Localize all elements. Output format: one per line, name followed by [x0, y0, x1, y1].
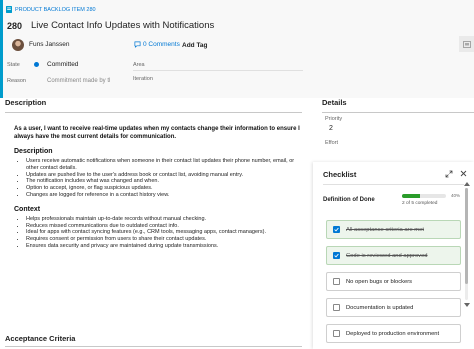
- checkbox[interactable]: [333, 252, 340, 259]
- avatar[interactable]: [12, 39, 24, 51]
- acceptance-divider: [5, 346, 302, 347]
- work-item-page: PRODUCT BACKLOG ITEM 280 280 Live Contac…: [0, 0, 474, 349]
- checkbox[interactable]: [333, 330, 340, 337]
- work-item-type-accent: [0, 0, 3, 98]
- checklist-group-title: Definition of Done: [323, 197, 375, 203]
- description-section-title: Description: [5, 98, 47, 107]
- work-item-type: PRODUCT BACKLOG ITEM 280: [6, 6, 96, 13]
- progress-bar: [402, 194, 446, 198]
- checklist-item-label: Deployed to production environment: [346, 330, 440, 337]
- checklist-item[interactable]: Code is reviewed and approved: [326, 246, 461, 265]
- caret-up-icon: [463, 181, 470, 186]
- details-divider: [322, 112, 474, 113]
- expand-button[interactable]: [444, 169, 453, 178]
- header-action-button[interactable]: [459, 36, 474, 52]
- checklist-item-label: Documentation is updated: [346, 304, 414, 311]
- state-dropdown[interactable]: Committed: [47, 61, 78, 68]
- list-item: Helps professionals maintain up-to-date …: [26, 216, 304, 223]
- area-label: Area: [133, 62, 145, 68]
- list-item: Reduces missed communications due to out…: [26, 223, 304, 230]
- scrollbar-thumb[interactable]: [465, 188, 468, 284]
- checkmark-icon: [334, 253, 339, 258]
- comments-link[interactable]: 0 Comments: [134, 41, 180, 48]
- checklist-panel: Checklist Definition of Done 40% 2 of 5 …: [313, 162, 474, 349]
- expand-icon: [445, 170, 452, 177]
- checklist-item[interactable]: All acceptance criteria are met: [326, 220, 461, 239]
- work-item-title[interactable]: Live Contact Info Updates with Notificat…: [31, 20, 214, 31]
- list-item: Ideal for apps with contact syncing feat…: [26, 229, 304, 236]
- progress-count: 2 of 5 completed: [402, 201, 438, 206]
- list-item: Users receive automatic notifications wh…: [26, 158, 304, 172]
- checkmark-icon: [334, 227, 339, 232]
- checklist-item-label: No open bugs or blockers: [346, 278, 413, 285]
- checklist-divider: [323, 184, 464, 185]
- work-item-id: 280: [7, 21, 23, 31]
- list-item: The notification includes what was chang…: [26, 178, 304, 185]
- checklist-item-label: All acceptance criteria are met: [346, 226, 424, 233]
- add-tag-button[interactable]: Add Tag: [182, 42, 208, 49]
- caret-down-icon: [463, 302, 470, 307]
- area-field[interactable]: [133, 70, 303, 71]
- acceptance-criteria-title: Acceptance Criteria: [5, 334, 76, 343]
- state-label: State: [7, 62, 20, 68]
- checklist-item[interactable]: No open bugs or blockers: [326, 272, 461, 291]
- checkbox[interactable]: [333, 278, 340, 285]
- scroll-down-arrow[interactable]: [463, 302, 470, 307]
- close-button[interactable]: [459, 169, 468, 178]
- reason-label: Reason: [7, 78, 26, 84]
- checklist-item-label: Code is reviewed and approved: [346, 252, 428, 259]
- work-item-header: PRODUCT BACKLOG ITEM 280 280 Live Contac…: [0, 0, 474, 98]
- effort-label: Effort: [325, 140, 339, 146]
- list-item: Requires consent or permission from user…: [26, 236, 304, 243]
- context-list: Helps professionals maintain up-to-date …: [14, 216, 304, 250]
- details-section-title: Details: [322, 98, 347, 107]
- checklist-title: Checklist: [323, 170, 357, 179]
- progress-percent: 40%: [451, 193, 461, 198]
- reason-dropdown[interactable]: Commitment made by tl: [47, 78, 110, 84]
- list-item: Changes are logged for reference in a co…: [26, 192, 304, 199]
- assignee-name[interactable]: Funs Janssen: [29, 41, 69, 48]
- comments-label: 0 Comments: [143, 41, 180, 48]
- close-icon: [460, 170, 467, 177]
- list-item: Ensures data security and privacy are ma…: [26, 243, 304, 250]
- scrollbar-track[interactable]: [465, 188, 468, 300]
- panel-icon: [462, 40, 471, 48]
- user-story-text: As a user, I want to receive real-time u…: [14, 126, 300, 140]
- priority-field[interactable]: 2: [329, 125, 333, 132]
- list-item: Option to accept, ignore, or flag suspic…: [26, 185, 304, 192]
- checklist-item[interactable]: Deployed to production environment: [326, 324, 461, 343]
- description-subheading: Description: [14, 148, 53, 155]
- backlog-item-icon: [6, 6, 12, 13]
- comment-icon: [134, 41, 141, 48]
- work-item-type-label: PRODUCT BACKLOG ITEM 280: [15, 6, 96, 13]
- priority-label: Priority: [325, 116, 343, 122]
- checklist-item[interactable]: Documentation is updated: [326, 298, 461, 317]
- state-indicator: [34, 62, 39, 67]
- context-subheading: Context: [14, 205, 41, 213]
- description-divider: [5, 112, 302, 113]
- progress-bar-fill: [402, 194, 420, 198]
- iteration-label: Iteration: [133, 76, 153, 82]
- list-item: Updates are pushed live to the user's ad…: [26, 172, 304, 179]
- description-editor[interactable]: As a user, I want to receive real-time u…: [14, 125, 304, 250]
- description-list: Users receive automatic notifications wh…: [14, 158, 304, 199]
- scroll-up-arrow[interactable]: [463, 181, 470, 186]
- checkbox[interactable]: [333, 304, 340, 311]
- checkbox[interactable]: [333, 226, 340, 233]
